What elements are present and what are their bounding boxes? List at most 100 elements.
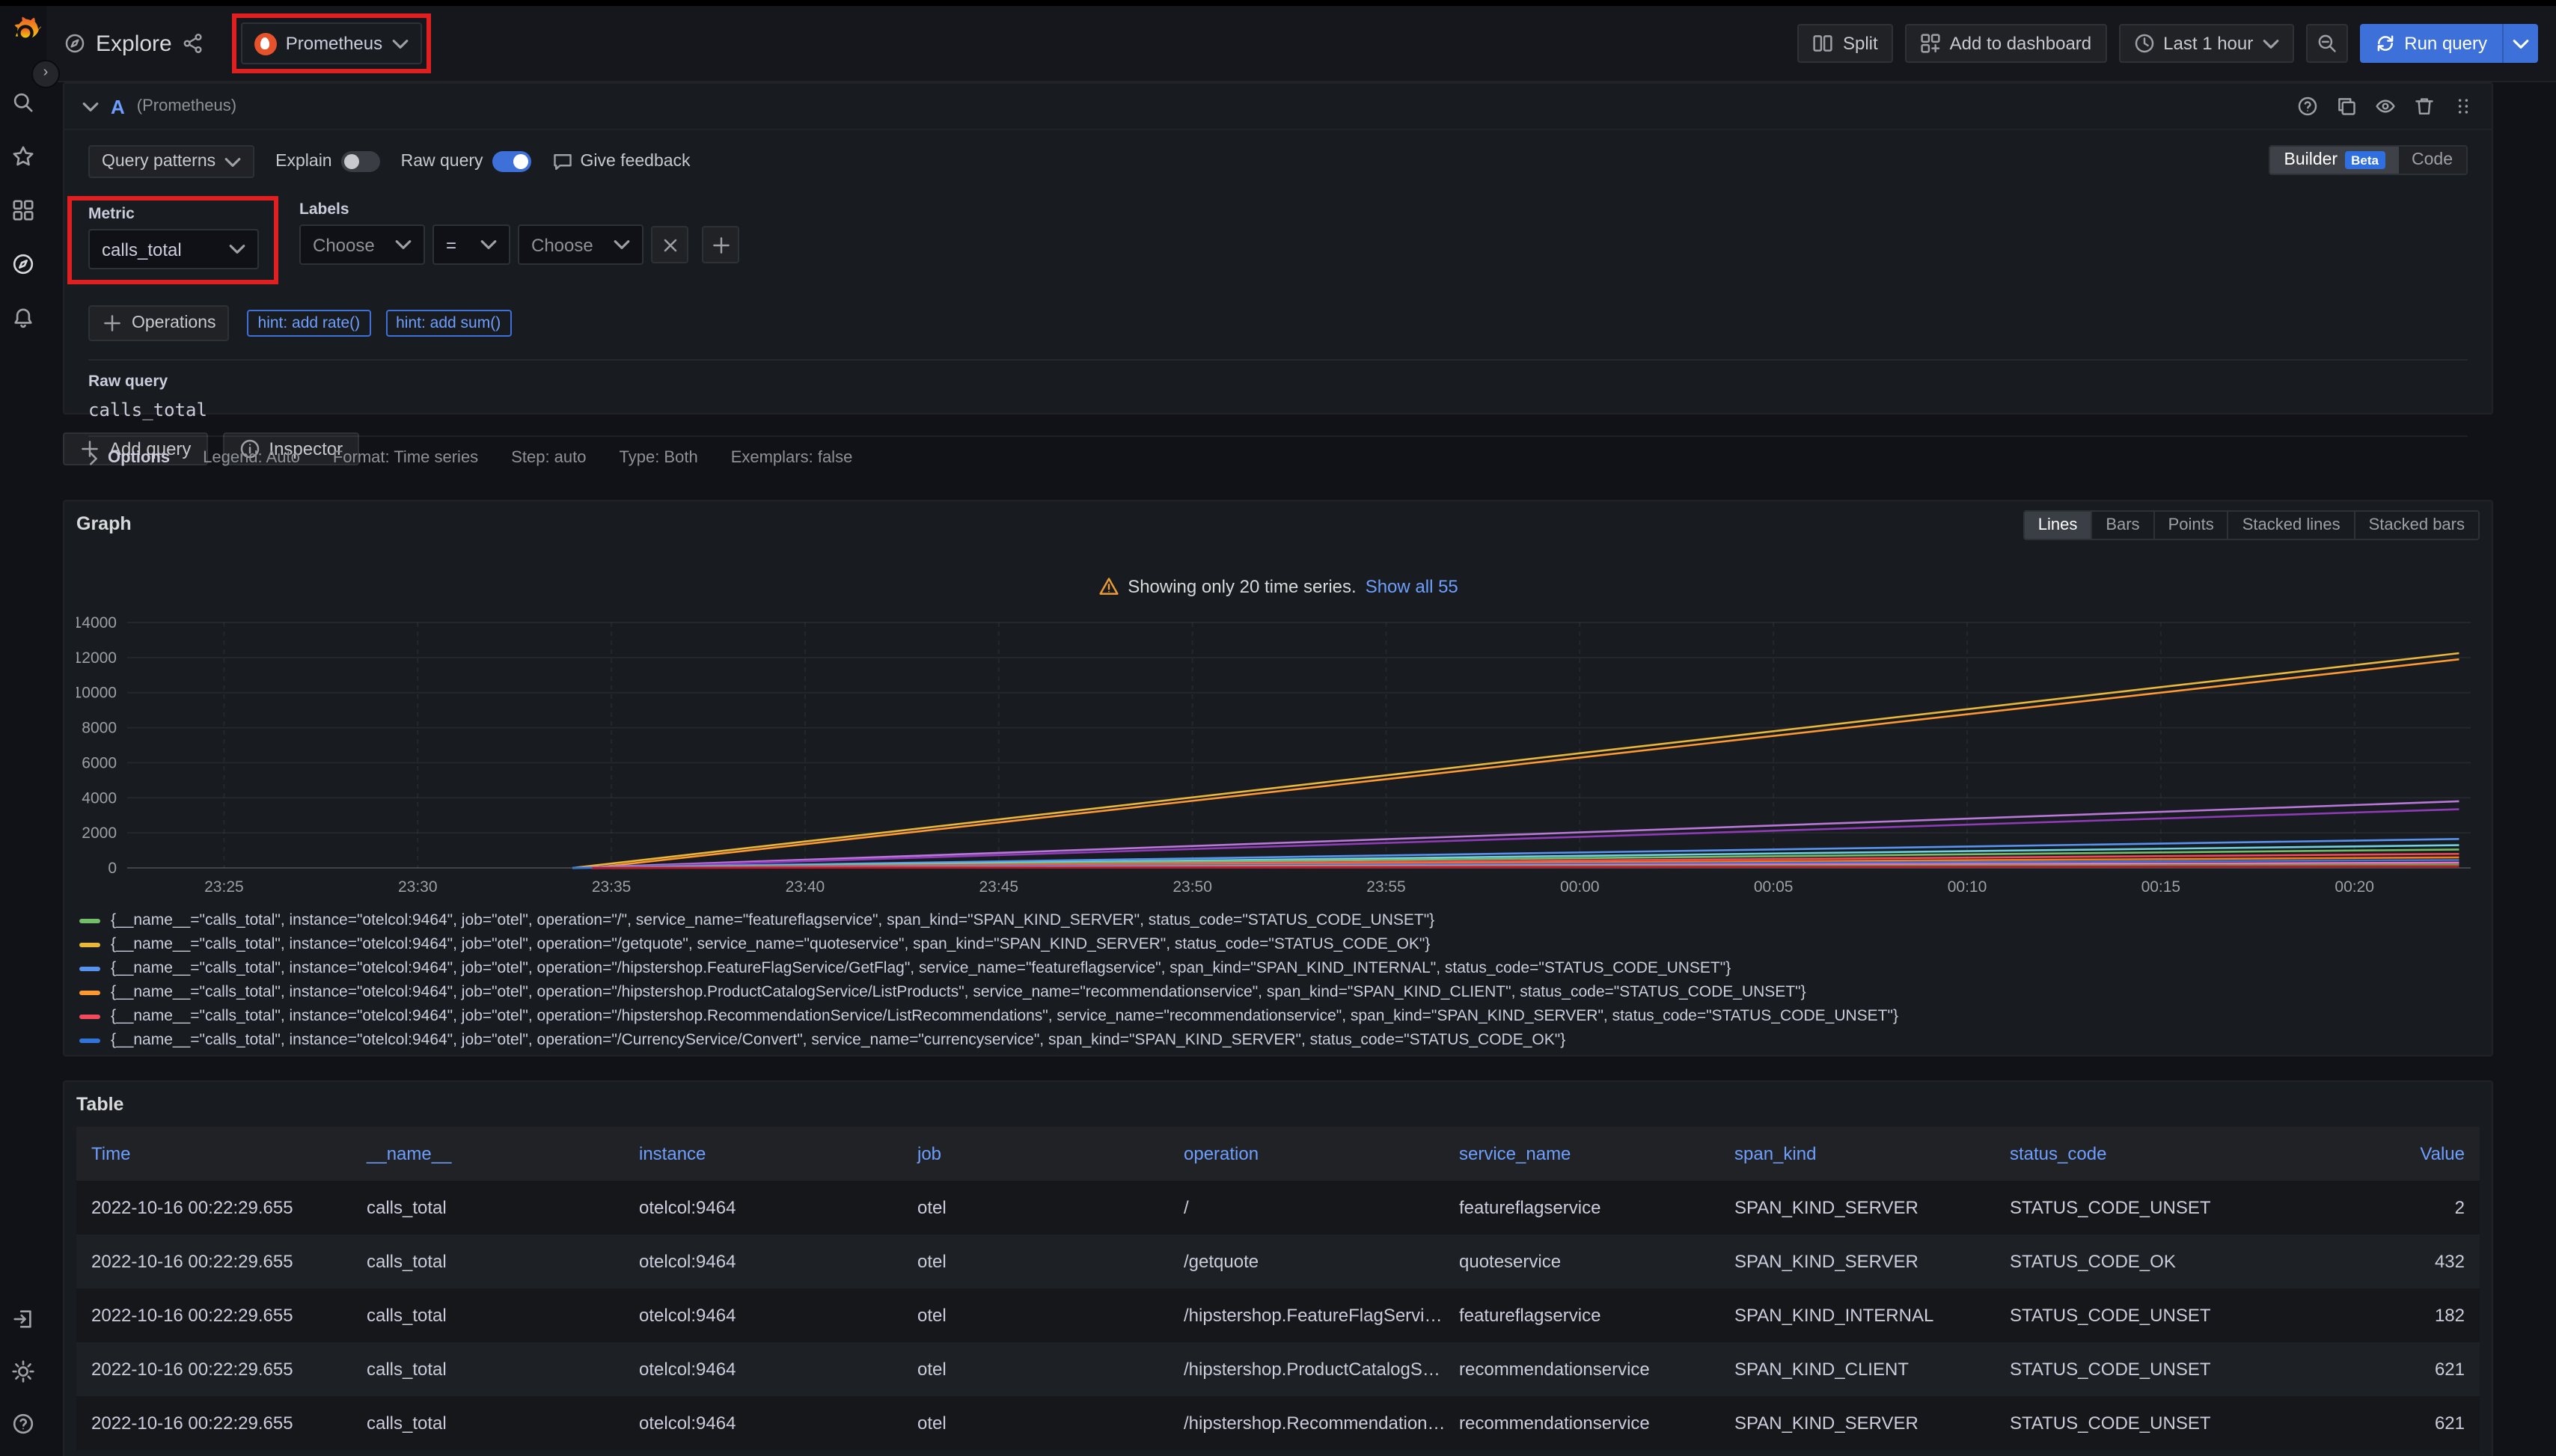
duplicate-query-icon[interactable] [2336,96,2357,117]
explain-toggle[interactable] [341,151,380,172]
top-strip [0,0,2556,6]
column-header-status_code[interactable]: status_code [1995,1143,2243,1164]
column-header-service_name[interactable]: service_name [1444,1143,1719,1164]
split-button[interactable]: Split [1798,24,1893,63]
options-toggle[interactable]: Options [88,449,170,467]
column-header-__name__[interactable]: __name__ [352,1143,624,1164]
legend-series-label: {__name__="calls_total", instance="otelc… [111,983,1806,1001]
query-patterns-button[interactable]: Query patterns [88,145,254,178]
table-row[interactable]: 2022-10-16 00:22:29.655calls_totalotelco… [76,1288,2480,1342]
operations-button[interactable]: Operations [88,305,230,341]
explain-label: Explain [275,153,331,171]
code-mode-option[interactable]: Code [2398,147,2466,174]
table-cell: otelcol:9464 [624,1305,902,1326]
table-cell: STATUS_CODE_UNSET [1995,1413,2243,1434]
table-cell: recommendationservice [1444,1413,1719,1434]
column-header-span_kind[interactable]: span_kind [1719,1143,1995,1164]
graph-mode-lines[interactable]: Lines [2025,512,2091,539]
legend-item[interactable]: {__name__="calls_total", instance="otelc… [79,1028,2480,1052]
legend-color-dash [79,990,100,994]
search-icon[interactable] [12,91,34,114]
sign-in-icon[interactable] [12,1308,34,1330]
table-cell: 2022-10-16 00:22:29.655 [76,1305,352,1326]
table-cell: SPAN_KIND_INTERNAL [1719,1305,1995,1326]
table-cell: calls_total [352,1359,624,1380]
table-cell: 2022-10-16 00:22:29.655 [76,1359,352,1380]
table-cell: calls_total [352,1251,624,1272]
builder-mode-option[interactable]: Builder Beta [2271,147,2399,174]
label-operator-select[interactable]: = [432,224,510,265]
graph-mode-points[interactable]: Points [2153,512,2228,539]
give-feedback-link[interactable]: Give feedback [552,151,691,172]
query-help-icon[interactable] [2297,96,2318,117]
table-cell: 2022-10-16 00:22:29.655 [76,1413,352,1434]
grafana-logo[interactable] [5,13,41,49]
run-query-dropdown[interactable] [2502,24,2538,63]
alerting-bell-icon[interactable] [12,307,34,329]
query-datasource-hint: (Prometheus) [137,97,236,115]
label-value-select[interactable]: Choose [518,224,643,265]
chevron-down-icon [229,241,245,257]
legend-item[interactable]: {__name__="calls_total", instance="otelc… [79,932,2480,956]
sidebar-expand-button[interactable]: › [31,60,60,88]
add-to-dashboard-button[interactable]: Add to dashboard [1905,24,2107,63]
legend-item[interactable]: {__name__="calls_total", instance="otelc… [79,908,2480,932]
label-key-select[interactable]: Choose [299,224,425,265]
metric-select[interactable]: calls_total [88,229,259,269]
raw-query-label: Raw query [401,153,483,171]
time-series-chart[interactable]: 0200040006000800010000120001400023:2523:… [76,609,2483,902]
show-all-series-link[interactable]: Show all 55 [1366,576,1458,597]
collapse-chevron-icon[interactable] [82,98,99,114]
legend-series-label: {__name__="calls_total", instance="otelc… [111,959,1731,977]
raw-query-toggle[interactable] [492,151,531,172]
remove-query-trash-icon[interactable] [2414,96,2435,117]
query-hint[interactable]: hint: add sum() [385,310,511,337]
star-icon[interactable] [12,145,34,168]
table-row[interactable]: 2022-10-16 00:22:29.655calls_totalotelco… [76,1396,2480,1450]
table-cell: featureflagservice [1444,1305,1719,1326]
table-cell: 621 [2243,1413,2480,1434]
run-query-button[interactable]: Run query [2359,24,2502,63]
column-header-time[interactable]: Time [76,1143,352,1164]
column-header-job[interactable]: job [902,1143,1169,1164]
column-header-value[interactable]: Value [2243,1143,2480,1164]
option-summary-item: Step: auto [511,449,586,467]
hide-query-eye-icon[interactable] [2375,96,2396,117]
zoom-out-icon [2316,33,2337,54]
graph-mode-stacked-lines[interactable]: Stacked lines [2228,512,2354,539]
share-icon[interactable] [183,33,204,54]
settings-gear-icon[interactable] [12,1360,34,1383]
table-cell: /hipstershop.Recommendation… [1169,1413,1444,1434]
apps-icon[interactable] [12,199,34,221]
remove-label-filter-button[interactable] [651,226,688,263]
explore-compass-icon[interactable] [12,253,34,275]
legend-item[interactable]: {__name__="calls_total", instance="otelc… [79,1004,2480,1028]
help-icon[interactable] [12,1413,34,1435]
legend-item[interactable]: {__name__="calls_total", instance="otelc… [79,956,2480,980]
graph-mode-bars[interactable]: Bars [2091,512,2153,539]
legend-series-label: {__name__="calls_total", instance="otelc… [111,911,1434,929]
column-header-instance[interactable]: instance [624,1143,902,1164]
explore-toolbar: Explore Prometheus Split Add to dashboar… [46,6,2556,82]
legend-item[interactable]: {__name__="calls_total", instance="otelc… [79,980,2480,1004]
chart-legend: {__name__="calls_total", instance="otelc… [79,908,2480,1052]
table-row[interactable]: 2022-10-16 00:22:29.655calls_totalotelco… [76,1181,2480,1235]
graph-mode-stacked-bars[interactable]: Stacked bars [2354,512,2478,539]
drag-handle-icon[interactable] [2453,96,2474,117]
table-cell: SPAN_KIND_CLIENT [1719,1359,1995,1380]
zoom-out-button[interactable] [2305,24,2347,63]
table-panel: Table Time__name__instancejoboperationse… [63,1080,2493,1456]
column-header-operation[interactable]: operation [1169,1143,1444,1164]
option-summary-item: Format: Time series [333,449,478,467]
add-label-filter-button[interactable] [702,226,739,263]
table-header-row: Time__name__instancejoboperationservice_… [76,1127,2480,1181]
legend-series-label: {__name__="calls_total", instance="otelc… [111,1007,1898,1025]
svg-text:00:00: 00:00 [1560,878,1600,896]
time-range-picker[interactable]: Last 1 hour [2118,24,2293,63]
svg-text:23:55: 23:55 [1366,878,1406,896]
datasource-picker[interactable]: Prometheus [241,22,421,64]
table-row[interactable]: 2022-10-16 00:22:29.655calls_totalotelco… [76,1235,2480,1288]
table-row[interactable]: 2022-10-16 00:22:29.655calls_totalotelco… [76,1342,2480,1396]
metric-annotation-box: Metric calls_total [67,196,278,284]
query-hint[interactable]: hint: add rate() [248,310,371,337]
